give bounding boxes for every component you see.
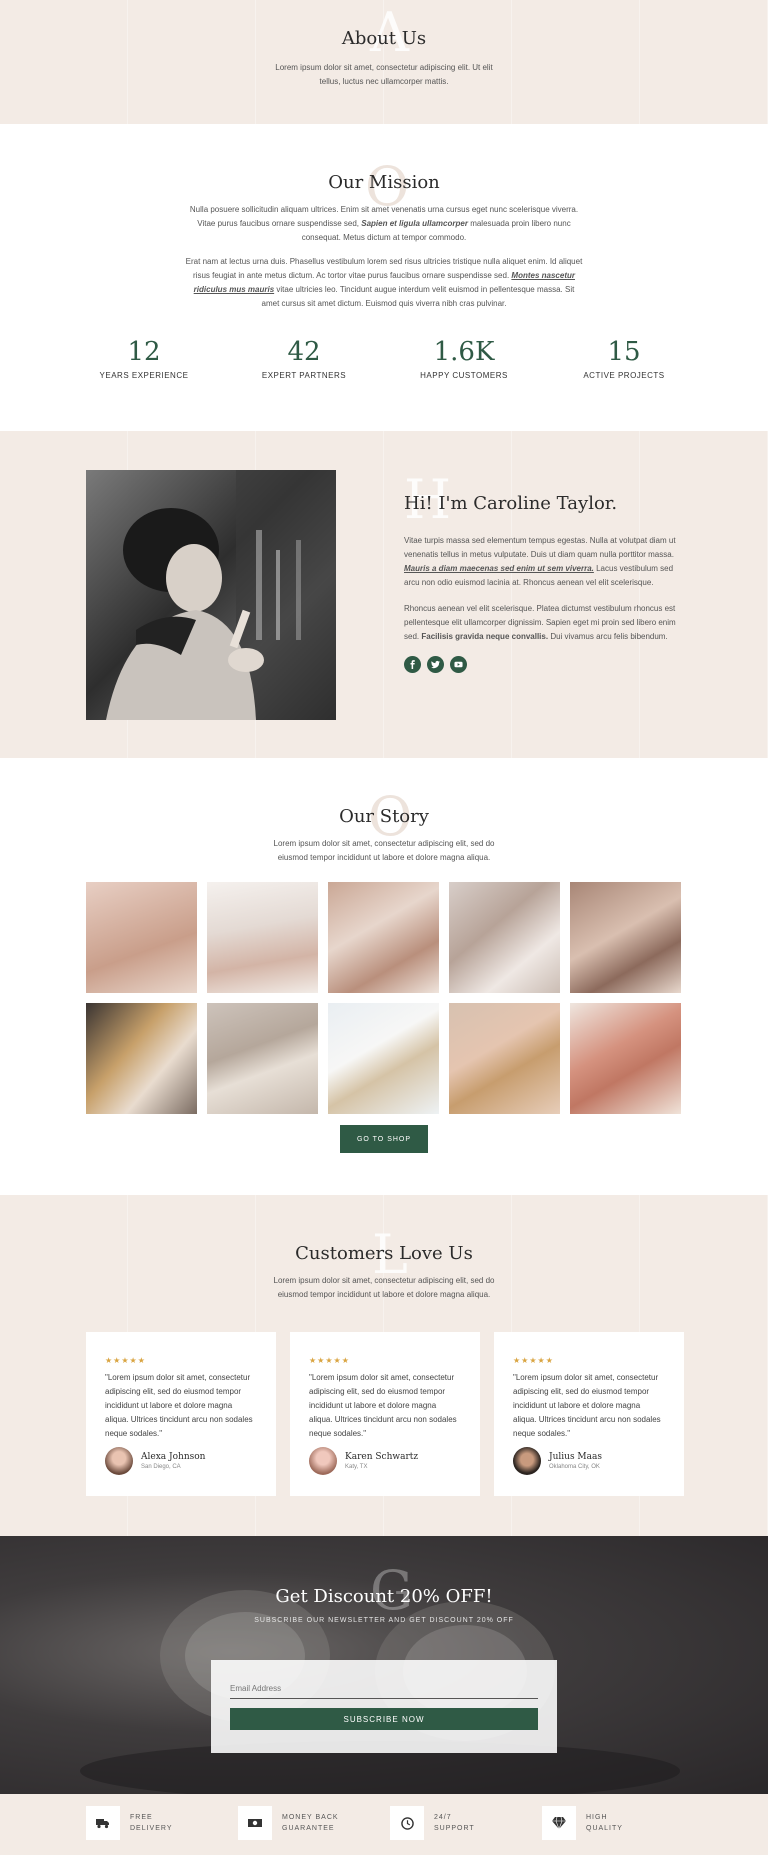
bio-paragraph-1: Vitae turpis massa sed elementum tempus … — [404, 536, 676, 587]
caroline-photo — [86, 470, 336, 720]
stat-item: 1.6K HAPPY CUSTOMERS — [404, 337, 524, 380]
discount-subtitle: SUBSCRIBE OUR NEWSLETTER AND GET DISCOUN… — [254, 1617, 514, 1624]
reviewer: Karen Schwartz Katy, TX — [309, 1447, 461, 1475]
gallery-image-bride — [449, 882, 560, 993]
gallery-image-necklace — [328, 882, 439, 993]
rating-stars: ★★★★★ — [105, 1356, 146, 1365]
review-cards: ★★★★★ "Lorem ipsum dolor sit amet, conse… — [86, 1332, 684, 1496]
features-bar: FREE DELIVERY MONEY BACK GUARANTEE 24/7 … — [0, 1794, 768, 1855]
diamond-icon — [542, 1806, 576, 1840]
email-input[interactable] — [230, 1679, 538, 1699]
feature-item: MONEY BACK GUARANTEE — [238, 1806, 390, 1840]
stat-item: 15 ACTIVE PROJECTS — [564, 337, 684, 380]
review-card: ★★★★★ "Lorem ipsum dolor sit amet, conse… — [494, 1332, 684, 1496]
features-list: FREE DELIVERY MONEY BACK GUARANTEE 24/7 … — [86, 1806, 694, 1840]
feature-line-2: QUALITY — [586, 1825, 623, 1832]
stat-value: 1.6K — [433, 337, 495, 367]
mission-section: O Our Mission Nulla posuere sollicitudin… — [0, 124, 768, 431]
review-quote: "Lorem ipsum dolor sit amet, consectetur… — [105, 1373, 253, 1438]
reviewer-name: Julius Maas — [549, 1452, 603, 1462]
stat-value: 15 — [607, 337, 641, 367]
rating-stars: ★★★★★ — [513, 1356, 554, 1365]
youtube-icon[interactable] — [450, 656, 467, 673]
money-icon — [238, 1806, 272, 1840]
about-text: Lorem ipsum dolor sit amet, consectetur … — [275, 63, 493, 86]
stat-label: ACTIVE PROJECTS — [583, 371, 665, 380]
reviewer-location: Katy, TX — [345, 1464, 368, 1470]
bio-section: H Hi! I'm Caroline Taylor. Vitae turpis … — [0, 431, 768, 758]
reviewer: Alexa Johnson San Diego, CA — [105, 1447, 257, 1475]
stat-item: 42 EXPERT PARTNERS — [244, 337, 364, 380]
gallery-image-rings-box — [449, 1003, 560, 1114]
review-card: ★★★★★ "Lorem ipsum dolor sit amet, conse… — [290, 1332, 480, 1496]
facebook-icon[interactable] — [404, 656, 421, 673]
gallery-image-wrist-dress — [207, 882, 318, 993]
feature-item: FREE DELIVERY — [86, 1806, 238, 1840]
bio-content: Hi! I'm Caroline Taylor. Vitae turpis ma… — [404, 493, 684, 673]
subscribe-button[interactable]: SUBSCRIBE NOW — [230, 1708, 538, 1730]
feature-line-2: DELIVERY — [130, 1825, 173, 1832]
stat-label: EXPERT PARTNERS — [261, 371, 347, 380]
about-title: About Us — [341, 28, 427, 49]
avatar — [309, 1447, 337, 1475]
gallery-image-chain-bracelet — [86, 1003, 197, 1114]
truck-icon — [86, 1806, 120, 1840]
feature-line-1: HIGH — [586, 1814, 608, 1821]
reviewer-name: Karen Schwartz — [345, 1452, 419, 1462]
discount-section: G Get Discount 20% OFF! SUBSCRIBE OUR NE… — [0, 1536, 768, 1794]
discount-title: Get Discount 20% OFF! — [275, 1586, 493, 1607]
story-gallery — [86, 882, 683, 1114]
mission-title: Our Mission — [328, 172, 440, 193]
reviewer-name: Alexa Johnson — [141, 1452, 206, 1462]
reviews-text: Lorem ipsum dolor sit amet, consectetur … — [273, 1276, 495, 1299]
stats-row: 12 YEARS EXPERIENCE 42 EXPERT PARTNERS 1… — [84, 337, 684, 380]
story-title: Our Story — [339, 806, 429, 827]
avatar — [105, 1447, 133, 1475]
stat-label: HAPPY CUSTOMERS — [420, 371, 508, 380]
feature-line-1: FREE — [130, 1814, 153, 1821]
gallery-image-earrings-notebook — [328, 1003, 439, 1114]
stat-label: YEARS EXPERIENCE — [99, 371, 189, 380]
story-text: Lorem ipsum dolor sit amet, consectetur … — [273, 839, 495, 862]
clock-icon — [390, 1806, 424, 1840]
bio-title: Hi! I'm Caroline Taylor. — [404, 493, 618, 514]
reviewer-location: Oklahoma City, OK — [549, 1464, 600, 1470]
reviewer-location: San Diego, CA — [141, 1464, 181, 1470]
avatar — [513, 1447, 541, 1475]
feature-line-1: MONEY BACK — [282, 1814, 339, 1821]
reviews-title: Customers Love Us — [295, 1243, 473, 1264]
mission-paragraph-1: Nulla posuere sollicitudin aliquam ultri… — [189, 205, 579, 242]
story-section: O Our Story Lorem ipsum dolor sit amet, … — [0, 758, 768, 1195]
review-card: ★★★★★ "Lorem ipsum dolor sit amet, conse… — [86, 1332, 276, 1496]
go-to-shop-button[interactable]: GO TO SHOP — [340, 1125, 428, 1153]
stat-value: 42 — [287, 337, 321, 367]
gallery-image-earrings-woman — [570, 882, 681, 993]
about-section: A About Us Lorem ipsum dolor sit amet, c… — [0, 0, 768, 124]
newsletter-form: SUBSCRIBE NOW — [211, 1660, 557, 1753]
feature-item: 24/7 SUPPORT — [390, 1806, 542, 1840]
feature-item: HIGH QUALITY — [542, 1806, 694, 1840]
feature-line-2: SUPPORT — [434, 1825, 475, 1832]
social-links — [404, 656, 684, 673]
rating-stars: ★★★★★ — [309, 1356, 350, 1365]
mission-paragraph-2: Erat nam at lectus urna duis. Phasellus … — [185, 257, 583, 308]
review-quote: "Lorem ipsum dolor sit amet, consectetur… — [309, 1373, 457, 1438]
feature-line-2: GUARANTEE — [282, 1825, 335, 1832]
gallery-image-hand-rings — [570, 1003, 681, 1114]
twitter-icon[interactable] — [427, 656, 444, 673]
reviews-section: L Customers Love Us Lorem ipsum dolor si… — [0, 1195, 768, 1536]
gallery-image-hands-bracelet — [86, 882, 197, 993]
reviewer: Julius Maas Oklahoma City, OK — [513, 1447, 665, 1475]
gallery-image-dried-flower — [207, 1003, 318, 1114]
stat-item: 12 YEARS EXPERIENCE — [84, 337, 204, 380]
stat-value: 12 — [127, 337, 161, 367]
bio-paragraph-2: Rhoncus aenean vel elit scelerisque. Pla… — [404, 604, 676, 641]
review-quote: "Lorem ipsum dolor sit amet, consectetur… — [513, 1373, 661, 1438]
feature-line-1: 24/7 — [434, 1814, 452, 1821]
